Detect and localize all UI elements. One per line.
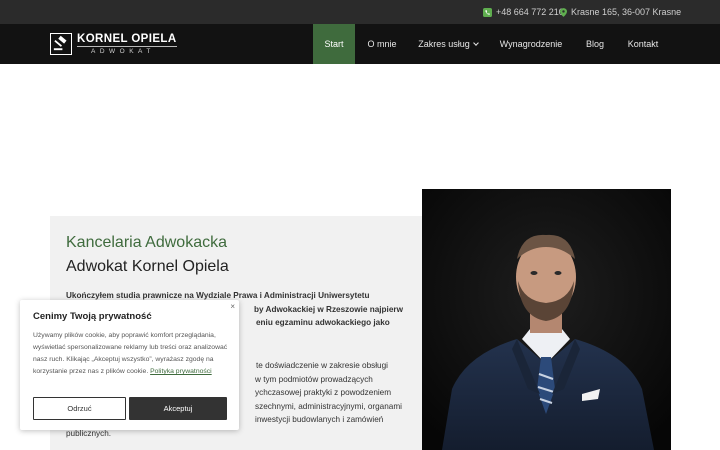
nav-blog-label: Blog	[585, 39, 604, 49]
close-icon[interactable]: ×	[230, 302, 235, 311]
brand-name: KORNEL OPIELA	[77, 32, 177, 45]
section-heading: Adwokat Kornel Opiela	[66, 258, 229, 275]
brand-subtitle: ADWOKAT	[91, 47, 155, 55]
map-pin-icon	[560, 7, 567, 17]
section-kicker: Kancelaria Adwokacka	[66, 234, 227, 251]
nav-wynagrodzenie[interactable]: Wynagrodzenie	[495, 24, 567, 64]
site-header: KORNEL OPIELA ADWOKAT Start O mnie Zakre…	[0, 24, 720, 64]
nav-start-label: Start	[324, 39, 344, 49]
top-contact-bar: +48 664 772 210 Krasne 165, 36-007 Krasn…	[0, 0, 720, 24]
accept-button[interactable]: Akceptuj	[129, 397, 227, 420]
address-text[interactable]: Krasne 165, 36-007 Krasne	[571, 7, 681, 17]
site-logo[interactable]: KORNEL OPIELA ADWOKAT	[50, 32, 177, 56]
gavel-logo-icon	[50, 33, 72, 55]
address-contact[interactable]: Krasne 165, 36-007 Krasne	[560, 0, 681, 24]
lawyer-portrait-photo	[422, 189, 671, 450]
logo-divider	[77, 45, 177, 47]
nav-o-mnie[interactable]: O mnie	[360, 24, 404, 64]
cookie-title: Cenimy Twoją prywatność	[33, 311, 152, 322]
nav-kontakt-label: Kontakt	[627, 39, 659, 49]
nav-zakres-uslug-label: Zakres usług	[418, 39, 470, 49]
nav-start[interactable]: Start	[313, 24, 355, 64]
nav-zakres-uslug[interactable]: Zakres usług	[412, 24, 484, 64]
nav-kontakt[interactable]: Kontakt	[622, 24, 664, 64]
phone-contact[interactable]: +48 664 772 210	[483, 0, 564, 24]
reject-button[interactable]: Odrzuć	[33, 397, 126, 420]
nav-o-mnie-label: O mnie	[367, 39, 397, 49]
nav-wynagrodzenie-label: Wynagrodzenie	[499, 39, 563, 49]
nav-blog[interactable]: Blog	[578, 24, 612, 64]
privacy-policy-link[interactable]: Polityka prywatności	[150, 368, 212, 375]
cookie-body: Używamy plików cookie, aby poprawić komf…	[33, 330, 233, 378]
phone-icon	[483, 7, 492, 17]
phone-number[interactable]: +48 664 772 210	[496, 7, 564, 17]
cookie-consent-dialog: × Cenimy Twoją prywatność Używamy plików…	[20, 300, 239, 430]
chevron-down-icon	[472, 39, 479, 46]
